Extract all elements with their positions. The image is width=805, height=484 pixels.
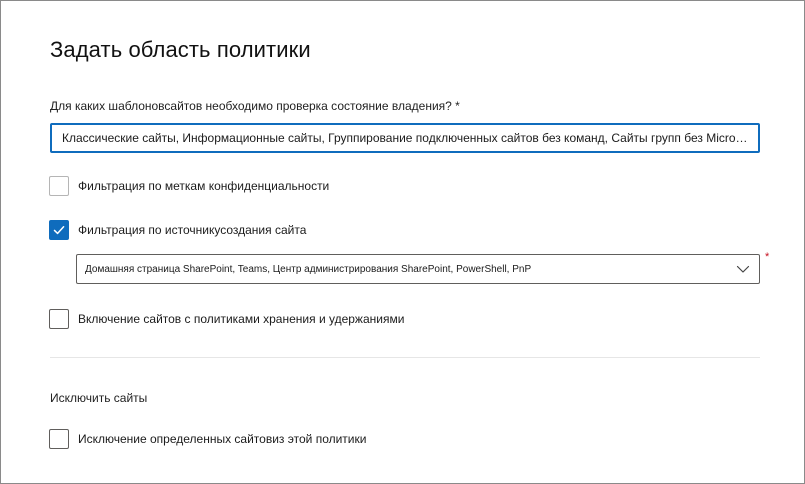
retention-policies-filter[interactable]: Включение сайтов с политиками хранения и… (49, 309, 404, 329)
creation-source-dropdown-value: Домашняя страница SharePoint, Teams, Цен… (85, 263, 532, 275)
page-title: Задать область политики (50, 37, 311, 62)
chevron-down-icon (736, 265, 750, 273)
site-templates-input[interactable]: Классические сайты, Информационные сайты… (50, 123, 760, 153)
section-divider (50, 357, 760, 358)
exclude-specific-sites[interactable]: Исключение определенных сайтовиз этой по… (49, 429, 366, 449)
exclude-sites-heading: Исключить сайты (50, 391, 148, 405)
creation-source-filter[interactable]: Фильтрация по источникусоздания сайта (49, 220, 306, 240)
sensitivity-labels-filter[interactable]: Фильтрация по меткам конфиденциальности (49, 176, 329, 196)
sensitivity-labels-checkbox[interactable] (49, 176, 69, 196)
exclude-specific-sites-checkbox[interactable] (49, 429, 69, 449)
creation-source-checkbox[interactable] (49, 220, 69, 240)
sensitivity-labels-label: Фильтрация по меткам конфиденциальности (78, 179, 330, 193)
creation-source-label: Фильтрация по источникусоздания сайта (78, 223, 307, 237)
site-templates-question: Для каких шаблоновсайтов необходимо пров… (50, 99, 460, 113)
required-indicator: * (765, 251, 770, 263)
checkmark-icon (53, 226, 65, 235)
policy-scope-panel: Задать область политики Для каких шаблон… (0, 0, 805, 484)
creation-source-dropdown[interactable]: Домашняя страница SharePoint, Teams, Цен… (76, 254, 760, 284)
retention-policies-checkbox[interactable] (49, 309, 69, 329)
retention-policies-label: Включение сайтов с политиками хранения и… (78, 312, 405, 326)
exclude-specific-sites-label: Исключение определенных сайтовиз этой по… (78, 432, 367, 446)
